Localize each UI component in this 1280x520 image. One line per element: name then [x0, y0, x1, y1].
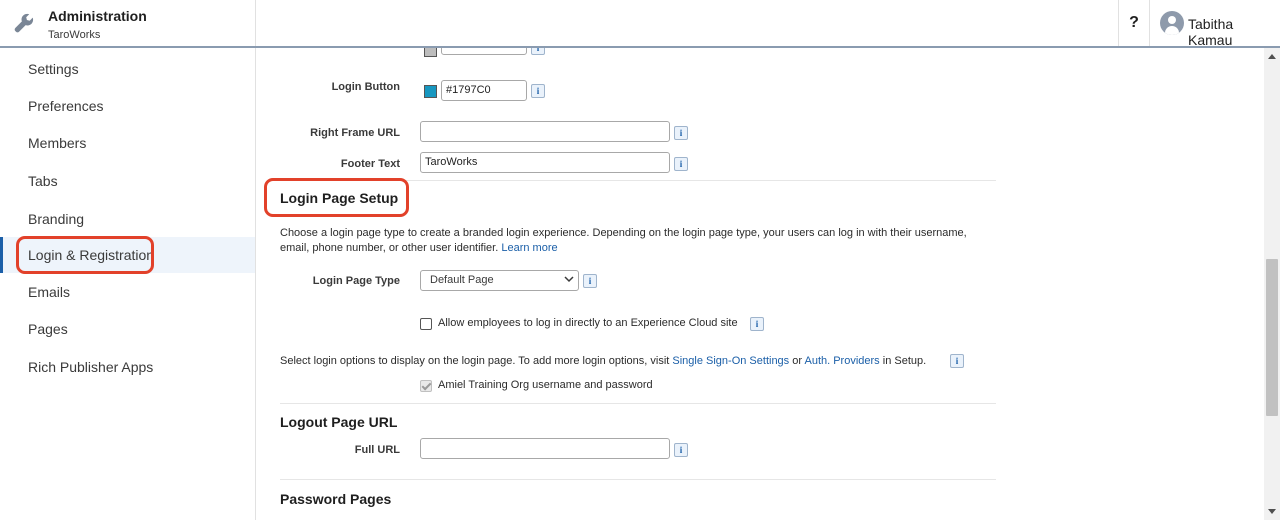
- password-pages-title: Password Pages: [280, 491, 392, 507]
- color-swatch[interactable]: [424, 48, 437, 57]
- sidebar-item-preferences[interactable]: Preferences: [0, 88, 255, 124]
- app-title: Administration: [48, 8, 147, 24]
- login-button-color-input[interactable]: #1797C0: [441, 80, 527, 101]
- login-button-color-swatch[interactable]: [424, 85, 437, 98]
- wrench-icon: [14, 13, 34, 33]
- app-subtitle: TaroWorks: [48, 29, 101, 41]
- scrollbar-thumb[interactable]: [1266, 259, 1278, 416]
- footer-text-input[interactable]: TaroWorks: [420, 152, 670, 173]
- highlight-box: [16, 236, 154, 274]
- info-icon[interactable]: i: [674, 126, 688, 140]
- login-options-text: Select login options to display on the l…: [280, 355, 927, 367]
- info-icon[interactable]: i: [674, 443, 688, 457]
- login-page-setup-description: Choose a login page type to create a bra…: [280, 227, 967, 254]
- scroll-down-icon[interactable]: [1268, 509, 1276, 514]
- sidebar-item-login-registration[interactable]: Login & Registration: [0, 236, 255, 274]
- info-icon[interactable]: i: [674, 157, 688, 171]
- info-icon[interactable]: i: [531, 84, 545, 98]
- login-page-type-label: Login Page Type: [312, 275, 400, 287]
- full-url-label: Full URL: [354, 444, 400, 456]
- right-frame-url-label: Right Frame URL: [310, 127, 400, 139]
- chevron-down-icon: [564, 276, 574, 283]
- sidebar-item-members[interactable]: Members: [0, 125, 255, 161]
- org-login-checkbox: [420, 380, 432, 392]
- info-icon[interactable]: i: [583, 274, 597, 288]
- highlight-box: [264, 178, 409, 217]
- user-menu[interactable]: Tabitha Kamau: [1188, 16, 1280, 48]
- scrollbar[interactable]: [1264, 48, 1280, 520]
- sidebar-item-rich-publisher-apps[interactable]: Rich Publisher Apps: [0, 349, 255, 385]
- scroll-up-icon[interactable]: [1268, 54, 1276, 59]
- login-page-type-select[interactable]: Default Page: [420, 270, 579, 291]
- sidebar-nav: Settings Preferences Members Tabs Brandi…: [0, 48, 256, 520]
- info-icon[interactable]: i: [531, 48, 545, 55]
- footer-text-label: Footer Text: [340, 158, 400, 170]
- info-icon[interactable]: i: [750, 317, 764, 331]
- sso-settings-link[interactable]: Single Sign-On Settings: [672, 355, 789, 367]
- right-frame-url-input[interactable]: [420, 121, 670, 142]
- sidebar-item-pages[interactable]: Pages: [0, 311, 255, 347]
- sidebar-item-tabs[interactable]: Tabs: [0, 163, 255, 199]
- login-button-label: Login Button: [331, 81, 400, 93]
- auth-providers-link[interactable]: Auth. Providers: [804, 355, 879, 367]
- help-button[interactable]: ?: [1118, 0, 1150, 46]
- sidebar-item-settings[interactable]: Settings: [0, 51, 255, 87]
- learn-more-link[interactable]: Learn more: [501, 242, 557, 254]
- section-divider: [280, 403, 996, 404]
- org-login-label: Amiel Training Org username and password: [438, 379, 653, 391]
- sidebar-item-emails[interactable]: Emails: [0, 274, 255, 310]
- color-input-partial[interactable]: [441, 48, 527, 55]
- app-branding: Administration TaroWorks: [0, 0, 256, 46]
- allow-employees-label: Allow employees to log in directly to an…: [438, 317, 738, 329]
- logout-page-url-title: Logout Page URL: [280, 414, 398, 430]
- info-icon[interactable]: i: [950, 354, 964, 368]
- main-content: i Login Button #1797C0 i Right Frame URL…: [256, 48, 1264, 520]
- sidebar-item-branding[interactable]: Branding: [0, 201, 255, 237]
- app-header: Administration TaroWorks ? Tabitha Kamau: [0, 0, 1280, 48]
- avatar-icon[interactable]: [1160, 11, 1184, 35]
- full-url-input[interactable]: [420, 438, 670, 459]
- section-divider: [280, 479, 996, 480]
- allow-employees-checkbox[interactable]: [420, 318, 432, 330]
